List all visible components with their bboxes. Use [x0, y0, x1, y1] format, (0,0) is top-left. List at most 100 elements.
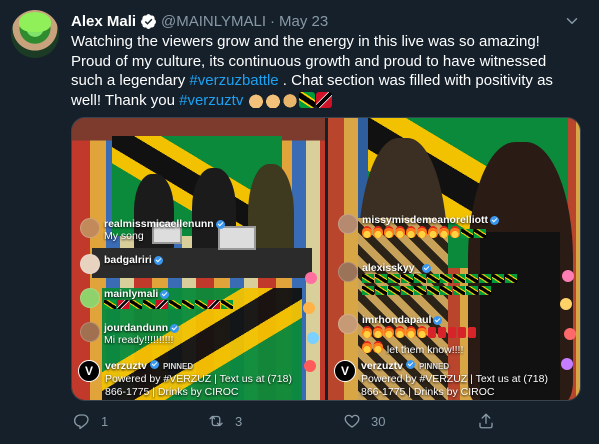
jamaica-flag-icon [104, 300, 116, 309]
commenter-avatar [338, 314, 358, 334]
jamaica-flag-icon [362, 286, 374, 295]
jamaica-flag-icon [492, 274, 504, 283]
comment-username: mainlymali [104, 288, 159, 300]
fire-icon [406, 226, 416, 238]
pinned-label: PINNED [162, 361, 194, 371]
comment-flag-emojis [362, 274, 518, 298]
heart-icon [560, 298, 572, 310]
jamaica-flag-icon [195, 300, 207, 309]
comment-message: My song [104, 230, 144, 242]
jamaica-flag-icon [440, 274, 452, 283]
media-grid[interactable]: realmissmicaellenunn My song badgalriri … [71, 117, 581, 401]
comment-username: missymisdemeanorelliott [362, 214, 489, 226]
jamaica-flag-icon [169, 300, 181, 309]
share-icon [479, 413, 493, 429]
tweet-header: Alex Mali @MAINLYMALI · May 23 [71, 10, 328, 32]
jamaica-flag-icon [505, 274, 517, 283]
jamaica-flag-icon [466, 274, 478, 283]
heart-icon [561, 358, 573, 370]
retweet-icon [209, 415, 223, 427]
commenter-avatar [80, 322, 100, 342]
jamaica-flag-icon [479, 274, 491, 283]
fire-icon [373, 226, 383, 238]
reply-count: 1 [101, 413, 109, 429]
reply-icon [73, 414, 89, 430]
tweet-date[interactable]: May 23 [279, 13, 328, 30]
emoji-row [247, 91, 332, 108]
heart-icon [562, 270, 574, 282]
author-name[interactable]: Alex Mali [71, 13, 136, 30]
comment-message: Mi ready!!!!!!!!!! [104, 334, 174, 346]
jamaica-flag-icon [298, 91, 315, 108]
live-comment: realmissmicaellenunn My song [80, 218, 225, 242]
comment-username: realmissmicaellenunn [104, 218, 214, 230]
tweet[interactable]: Alex Mali @MAINLYMALI · May 23 Watching … [0, 0, 599, 444]
verified-badge-icon [215, 219, 225, 229]
author-avatar[interactable] [11, 10, 59, 58]
fire-icon [384, 326, 394, 338]
trinidad-tobago-flag-icon [117, 300, 129, 309]
fire-icon [417, 326, 427, 338]
hashtag-verzuzbattle[interactable]: #verzuzbattle [189, 72, 278, 89]
tweet-text: Watching the viewers grow and the energy… [71, 32, 576, 110]
drink-can-icon [448, 327, 456, 338]
jamaica-flag-icon [414, 286, 426, 295]
folded-hands-emoji-icon [247, 91, 264, 108]
fire-icon [428, 226, 438, 238]
jamaica-flag-icon [401, 274, 413, 283]
commenter-avatar [80, 288, 100, 308]
comment-username: jourdandunn [104, 322, 169, 334]
heart-icon [304, 360, 316, 372]
drink-can-icon [458, 327, 466, 338]
jamaica-flag-icon [466, 286, 478, 295]
trinidad-tobago-flag-icon [208, 300, 220, 309]
commenter-avatar [80, 254, 100, 274]
drink-can-icon [438, 327, 446, 338]
verified-badge-icon [149, 359, 159, 369]
comment-username: alexisskyy_ [362, 262, 421, 274]
like-count: 30 [371, 413, 386, 429]
media-image-right[interactable]: missymisdemeanorelliott alexisskyy_ imrh… [328, 118, 580, 400]
reply-button[interactable]: 1 [73, 412, 108, 430]
like-button[interactable]: 30 [343, 412, 385, 430]
jamaica-flag-icon [427, 286, 439, 295]
media-image-left[interactable]: realmissmicaellenunn My song badgalriri … [72, 118, 325, 400]
floating-hearts [301, 262, 321, 382]
jamaica-flag-icon [375, 286, 387, 295]
pinned-username: verzuztv [105, 359, 148, 372]
retweet-count: 3 [235, 413, 243, 429]
live-comment: mainlymali [80, 288, 234, 312]
live-comment: badgalriri [80, 254, 163, 274]
retweet-button[interactable]: 3 [207, 412, 242, 430]
tweet-actions: 1 3 30 [71, 412, 511, 436]
author-handle[interactable]: @MAINLYMALI [161, 13, 266, 30]
fire-icon [417, 226, 427, 238]
jamaica-flag-icon [375, 274, 387, 283]
jamaica-flag-icon [221, 300, 233, 309]
share-button[interactable] [477, 412, 495, 430]
jamaica-flag-icon [388, 286, 400, 295]
jamaica-flag-icon [427, 274, 439, 283]
fire-icon [362, 341, 372, 353]
pinned-comment: V verzuztv PINNED Powered by #VERZUZ | T… [334, 359, 548, 399]
jamaica-flag-icon [453, 286, 465, 295]
pinned-comment: V verzuztv PINNED Powered by #VERZUZ | T… [78, 359, 292, 399]
fire-icon [362, 326, 372, 338]
comment-username: imrhondapaul [362, 314, 432, 326]
folded-hands-emoji-icon [264, 91, 281, 108]
chevron-down-icon[interactable] [563, 12, 581, 30]
heart-icon [564, 328, 576, 340]
pinned-text-line-1: Powered by #VERZUZ | Text us at (718) [105, 373, 292, 385]
pinned-username: verzuztv [361, 359, 404, 372]
hashtag-verzuztv[interactable]: #verzuztv [179, 92, 243, 109]
live-comment: jourdandunn Mi ready!!!!!!!!!! [80, 322, 180, 346]
heart-icon [307, 332, 319, 344]
fire-icon [373, 326, 383, 338]
fire-icon [362, 226, 372, 238]
fire-icon [406, 326, 416, 338]
trinidad-tobago-flag-icon [315, 91, 332, 108]
verzuz-logo-icon: V [334, 359, 356, 382]
pinned-label: PINNED [418, 361, 450, 371]
drink-can-icon [428, 327, 436, 338]
jamaica-flag-icon [130, 300, 142, 309]
